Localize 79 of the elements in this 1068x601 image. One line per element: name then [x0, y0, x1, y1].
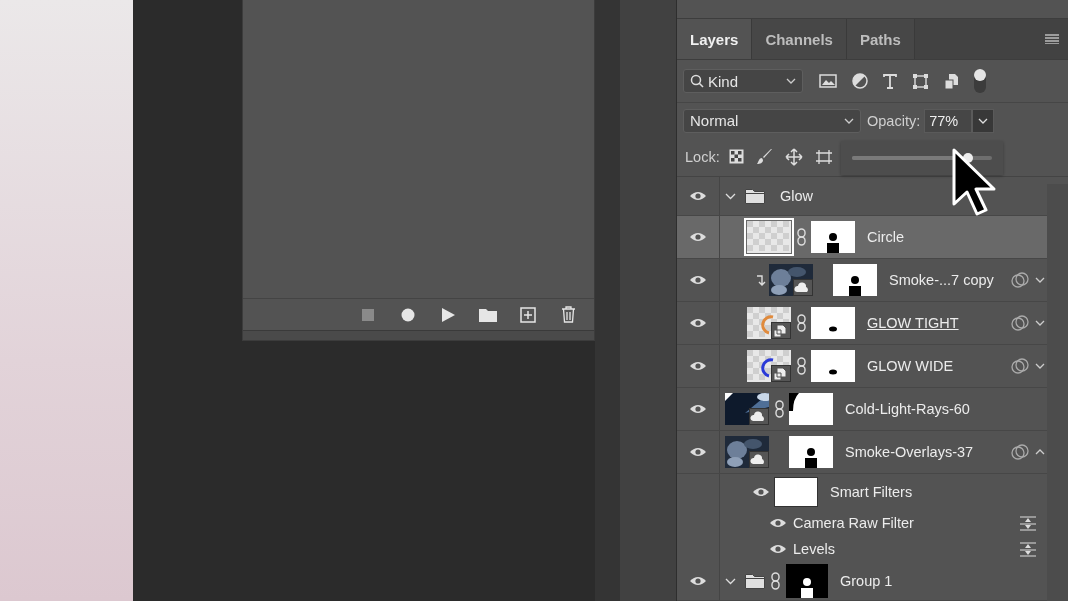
expand-chevron-icon[interactable] — [1035, 277, 1045, 283]
folder-icon — [745, 188, 765, 204]
expand-chevron-icon[interactable] — [1035, 363, 1045, 369]
image-filter-icon[interactable] — [819, 74, 837, 89]
blending-options-icon[interactable] — [1011, 315, 1029, 331]
blend-mode-dropdown[interactable]: Normal — [683, 108, 861, 133]
eye-icon[interactable] — [689, 403, 707, 415]
plus-square-icon — [520, 306, 536, 323]
adjustment-filter-icon[interactable] — [852, 73, 868, 90]
filter-name: Camera Raw Filter — [793, 515, 914, 531]
eye-icon[interactable] — [769, 517, 787, 529]
expand-chevron-icon[interactable] — [725, 577, 736, 585]
circle-icon — [401, 307, 415, 322]
layer-row[interactable]: GLOW WIDE — [677, 345, 1047, 388]
lock-label: Lock: — [685, 148, 720, 165]
expand-chevron-icon[interactable] — [725, 192, 736, 200]
search-icon — [690, 74, 704, 89]
blending-options-icon[interactable] — [1011, 358, 1029, 374]
shape-filter-icon[interactable] — [912, 72, 929, 90]
scrollbar-track[interactable] — [1047, 184, 1068, 601]
eye-icon[interactable] — [689, 274, 707, 286]
layer-row[interactable]: GLOW TIGHT — [677, 302, 1047, 345]
opacity-field[interactable]: 77% — [924, 108, 973, 133]
play-icon — [441, 307, 455, 322]
smart-object-filter-icon[interactable] — [944, 72, 959, 90]
resize-handle[interactable] — [243, 331, 594, 340]
filter-options-icon[interactable] — [1019, 541, 1037, 557]
expand-chevron-icon[interactable] — [1035, 320, 1045, 326]
layer-row[interactable]: Smart Filters — [677, 474, 1047, 510]
filter-dropdown[interactable]: Kind — [683, 69, 803, 94]
filter-toggle[interactable] — [974, 69, 986, 94]
move-icon[interactable] — [784, 147, 803, 166]
eye-icon[interactable] — [752, 486, 770, 498]
menu-icon[interactable] — [1045, 34, 1059, 45]
folder-icon — [745, 573, 765, 589]
eye-icon[interactable] — [689, 446, 707, 458]
filter-name: Levels — [793, 541, 835, 557]
layer-row[interactable]: Levels — [677, 536, 1047, 562]
layer-name: Cold-Light-Rays-60 — [845, 401, 970, 417]
artboard-icon[interactable] — [814, 148, 833, 165]
square-icon — [362, 308, 374, 321]
layer-name: Glow — [780, 188, 814, 204]
layer-row[interactable]: Smoke-...7 copy — [677, 259, 1047, 302]
layer-name: GLOW TIGHT — [867, 315, 959, 331]
type-filter-icon[interactable] — [883, 73, 897, 89]
layer-name: Group 1 — [840, 573, 893, 589]
panel-tab[interactable]: Paths — [846, 19, 915, 60]
panel-tab[interactable]: Layers — [677, 19, 753, 60]
eye-icon[interactable] — [689, 231, 707, 243]
layer-row[interactable]: Smoke-Overlays-37 — [677, 431, 1047, 474]
caret-icon — [844, 117, 854, 124]
brush-icon[interactable] — [755, 148, 773, 166]
layer-name: Smoke-...7 copy — [889, 272, 994, 288]
caret-icon — [786, 78, 796, 85]
layer-row[interactable]: Group 1 — [677, 562, 1047, 601]
eye-icon[interactable] — [689, 317, 707, 329]
layer-name: Circle — [867, 229, 905, 245]
caret-icon — [978, 117, 989, 124]
layer-row[interactable]: Camera Raw Filter — [677, 510, 1047, 536]
filter-mask-thumbnail — [774, 477, 818, 507]
eye-icon[interactable] — [769, 543, 787, 555]
layer-name: Smoke-Overlays-37 — [845, 444, 974, 460]
layer-row[interactable]: Cold-Light-Rays-60 — [677, 388, 1047, 431]
layer-name: GLOW WIDE — [867, 358, 954, 374]
blending-options-icon[interactable] — [1011, 272, 1029, 288]
layer-name: Smart Filters — [830, 484, 913, 500]
panel-tab[interactable]: Channels — [752, 19, 847, 60]
blending-options-icon[interactable] — [1011, 444, 1029, 460]
eye-icon[interactable] — [689, 575, 707, 587]
expand-chevron-icon[interactable] — [1035, 449, 1045, 455]
eye-icon[interactable] — [689, 190, 707, 202]
lock-pixels-icon[interactable] — [728, 149, 744, 165]
opacity-label: Opacity: — [867, 112, 921, 129]
opacity-dropdown-button[interactable] — [972, 108, 995, 133]
filter-options-icon[interactable] — [1019, 515, 1037, 531]
layer-row[interactable]: Circle — [677, 216, 1047, 259]
eye-icon[interactable] — [689, 360, 707, 372]
trash-icon — [560, 306, 576, 323]
folder-icon — [479, 307, 497, 322]
